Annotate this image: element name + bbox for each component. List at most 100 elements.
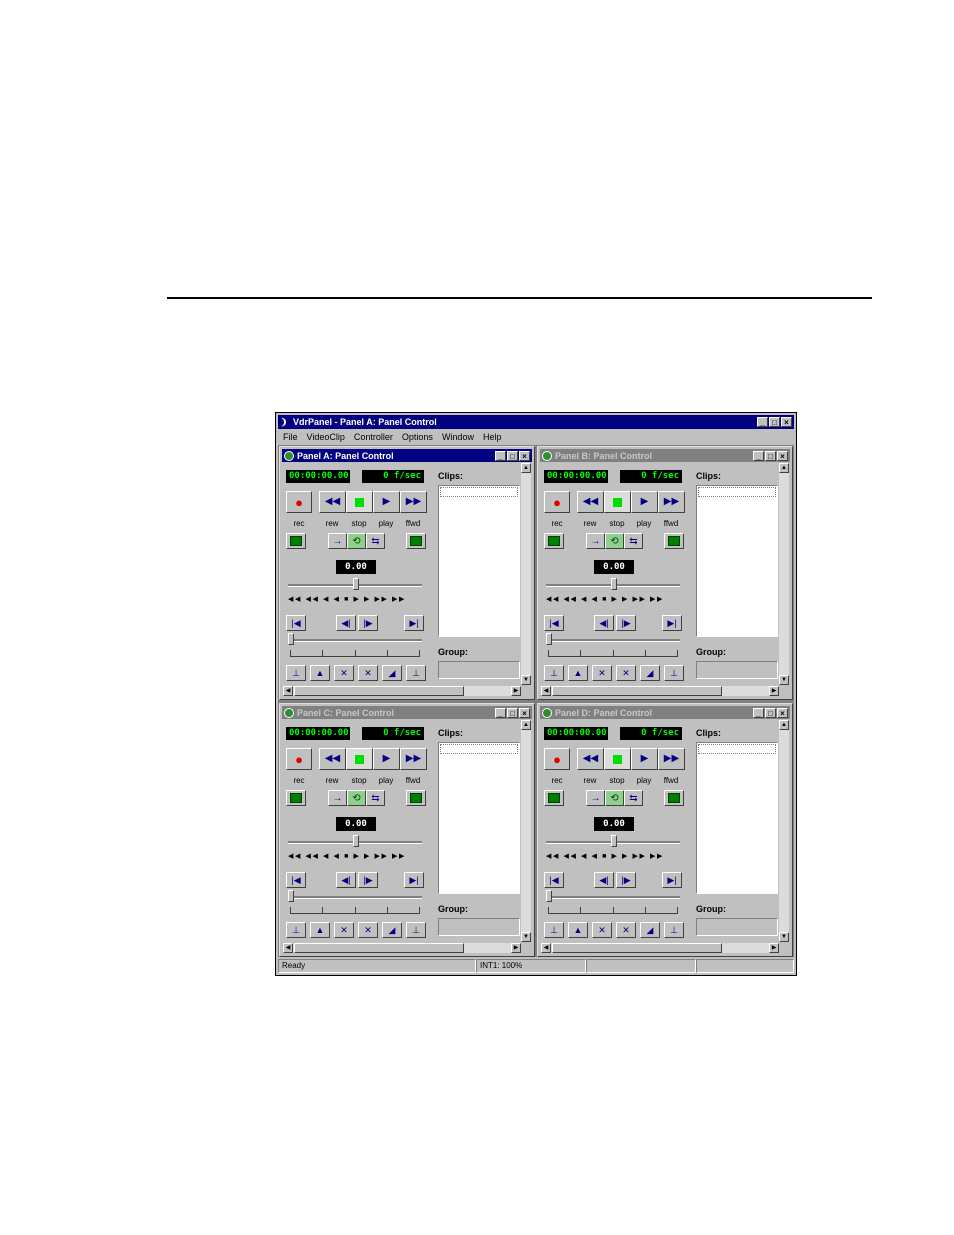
play-button[interactable]: ▶ — [631, 491, 658, 513]
marker-button-6[interactable]: ⊥ — [664, 665, 684, 681]
stop-button[interactable] — [346, 748, 373, 770]
stop-button[interactable] — [346, 491, 373, 513]
position-slider-thumb[interactable] — [546, 890, 552, 902]
panel-close-button[interactable]: × — [519, 450, 530, 461]
horizontal-scrollbar[interactable]: ◀ ▶ — [283, 686, 521, 696]
mode-pingpong-button[interactable]: ⇆ — [366, 790, 385, 806]
marker-button-2[interactable]: ▲ — [568, 665, 588, 681]
scroll-up-icon[interactable]: ▲ — [521, 463, 531, 473]
marker-button-5[interactable]: ◢ — [382, 665, 402, 681]
mode-pingpong-button[interactable]: ⇆ — [624, 533, 643, 549]
panel-titlebar[interactable]: Panel A: Panel Control _ □ × — [282, 449, 532, 462]
scroll-right-icon[interactable]: ▶ — [511, 943, 521, 953]
speed-slider-thumb[interactable] — [611, 835, 617, 847]
position-slider-thumb[interactable] — [288, 633, 294, 645]
marker-button-3[interactable]: ✕ — [592, 922, 612, 938]
jog-shuttle-strip[interactable]: ◀◀ ◀◀ ◀ ◀ ■ ▶ ▶ ▶▶ ▶▶ — [288, 595, 422, 603]
clips-listbox[interactable] — [696, 742, 778, 894]
marker-button-1[interactable]: ⊥ — [544, 922, 564, 938]
marker-button-6[interactable]: ⊥ — [406, 922, 426, 938]
scroll-right-icon[interactable]: ▶ — [769, 686, 779, 696]
position-slider-thumb[interactable] — [288, 890, 294, 902]
jog-shuttle-strip[interactable]: ◀◀ ◀◀ ◀ ◀ ■ ▶ ▶ ▶▶ ▶▶ — [546, 595, 680, 603]
clip-list-icon[interactable] — [286, 533, 306, 549]
group-field[interactable] — [438, 661, 520, 679]
clip-list-icon[interactable] — [544, 790, 564, 806]
marker-button-6[interactable]: ⊥ — [406, 665, 426, 681]
marker-button-1[interactable]: ⊥ — [544, 665, 564, 681]
panel-minimize-button[interactable]: _ — [495, 707, 506, 718]
panel-titlebar[interactable]: Panel C: Panel Control _ □ × — [282, 706, 532, 719]
stop-button[interactable] — [604, 491, 631, 513]
close-button[interactable]: × — [781, 417, 792, 427]
menu-help[interactable]: Help — [483, 432, 502, 442]
mode-forward-button[interactable]: → — [586, 790, 605, 806]
scroll-down-icon[interactable]: ▼ — [779, 932, 789, 942]
group-field[interactable] — [696, 661, 778, 679]
app-titlebar[interactable]: ❩ VdrPanel - Panel A: Panel Control _ □ … — [278, 415, 794, 429]
marker-button-3[interactable]: ✕ — [334, 922, 354, 938]
menu-options[interactable]: Options — [402, 432, 433, 442]
menu-window[interactable]: Window — [442, 432, 474, 442]
mode-loop-button[interactable]: ⟲ — [605, 533, 624, 549]
panel-close-button[interactable]: × — [519, 707, 530, 718]
marker-button-3[interactable]: ✕ — [334, 665, 354, 681]
record-button[interactable]: ● — [286, 748, 312, 770]
jog-shuttle-strip[interactable]: ◀◀ ◀◀ ◀ ◀ ■ ▶ ▶ ▶▶ ▶▶ — [288, 852, 422, 860]
scroll-right-icon[interactable]: ▶ — [511, 686, 521, 696]
panel-maximize-button[interactable]: □ — [765, 450, 776, 461]
group-icon[interactable] — [664, 790, 684, 806]
marker-button-4[interactable]: ✕ — [358, 922, 378, 938]
group-icon[interactable] — [406, 790, 426, 806]
group-icon[interactable] — [406, 533, 426, 549]
scroll-down-icon[interactable]: ▼ — [521, 932, 531, 942]
panel-close-button[interactable]: × — [777, 450, 788, 461]
group-field[interactable] — [696, 918, 778, 936]
go-to-start-button[interactable]: |◀ — [286, 615, 306, 631]
panel-minimize-button[interactable]: _ — [753, 450, 764, 461]
fast-forward-button[interactable]: ▶▶ — [658, 491, 685, 513]
fast-forward-button[interactable]: ▶▶ — [400, 748, 427, 770]
panel-minimize-button[interactable]: _ — [753, 707, 764, 718]
mode-pingpong-button[interactable]: ⇆ — [624, 790, 643, 806]
marker-button-4[interactable]: ✕ — [358, 665, 378, 681]
play-button[interactable]: ▶ — [373, 491, 400, 513]
horizontal-scroll-thumb[interactable] — [294, 686, 464, 696]
panel-titlebar[interactable]: Panel B: Panel Control _ □ × — [540, 449, 790, 462]
scroll-right-icon[interactable]: ▶ — [769, 943, 779, 953]
horizontal-scrollbar[interactable]: ◀ ▶ — [541, 686, 779, 696]
go-to-end-button[interactable]: ▶| — [662, 872, 682, 888]
minimize-button[interactable]: _ — [757, 417, 768, 427]
position-slider-thumb[interactable] — [546, 633, 552, 645]
marker-button-5[interactable]: ◢ — [640, 665, 660, 681]
menu-videoclip[interactable]: VideoClip — [307, 432, 345, 442]
menu-controller[interactable]: Controller — [354, 432, 393, 442]
scroll-up-icon[interactable]: ▲ — [521, 720, 531, 730]
fast-forward-button[interactable]: ▶▶ — [658, 748, 685, 770]
step-back-button[interactable]: ◀| — [594, 872, 614, 888]
go-to-end-button[interactable]: ▶| — [404, 872, 424, 888]
horizontal-scroll-thumb[interactable] — [552, 943, 722, 953]
mode-pingpong-button[interactable]: ⇆ — [366, 533, 385, 549]
marker-button-2[interactable]: ▲ — [310, 922, 330, 938]
go-to-end-button[interactable]: ▶| — [662, 615, 682, 631]
go-to-start-button[interactable]: |◀ — [544, 872, 564, 888]
rewind-button[interactable]: ◀◀ — [577, 748, 604, 770]
scroll-left-icon[interactable]: ◀ — [283, 943, 293, 953]
mode-forward-button[interactable]: → — [328, 790, 347, 806]
marker-button-1[interactable]: ⊥ — [286, 922, 306, 938]
scroll-up-icon[interactable]: ▲ — [779, 720, 789, 730]
marker-button-5[interactable]: ◢ — [640, 922, 660, 938]
vertical-scrollbar[interactable]: ▲ ▼ — [779, 463, 789, 685]
play-button[interactable]: ▶ — [631, 748, 658, 770]
clips-listbox[interactable] — [438, 742, 520, 894]
marker-button-4[interactable]: ✕ — [616, 922, 636, 938]
marker-button-1[interactable]: ⊥ — [286, 665, 306, 681]
mode-loop-button[interactable]: ⟲ — [347, 790, 366, 806]
scroll-down-icon[interactable]: ▼ — [521, 675, 531, 685]
marker-button-6[interactable]: ⊥ — [664, 922, 684, 938]
go-to-start-button[interactable]: |◀ — [286, 872, 306, 888]
record-button[interactable]: ● — [544, 491, 570, 513]
scroll-left-icon[interactable]: ◀ — [541, 686, 551, 696]
panel-close-button[interactable]: × — [777, 707, 788, 718]
